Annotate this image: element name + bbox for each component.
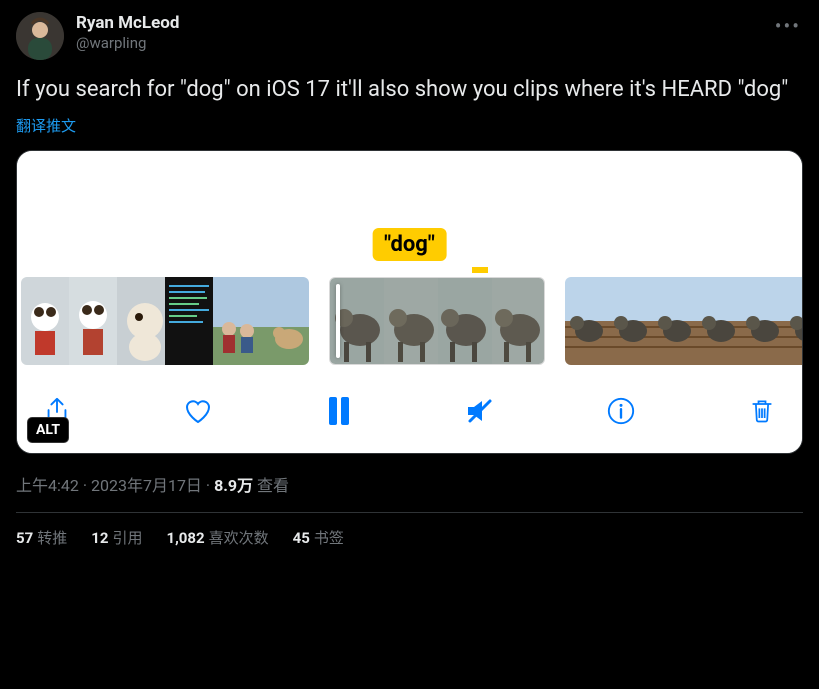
divider xyxy=(16,512,803,513)
media-whitespace: "dog" xyxy=(17,151,802,251)
more-icon[interactable]: ••• xyxy=(775,14,801,38)
clip-group[interactable] xyxy=(565,277,803,365)
views-count: 8.9万 xyxy=(214,476,253,495)
clip-group[interactable] xyxy=(21,277,309,365)
pause-icon[interactable] xyxy=(323,395,355,427)
alt-badge[interactable]: ALT xyxy=(27,417,69,443)
clip-frame xyxy=(261,277,309,365)
views-label: 查看 xyxy=(253,476,289,495)
search-match-tag: "dog" xyxy=(372,228,447,261)
likes-stat[interactable]: 1,082喜欢次数 xyxy=(166,527,268,548)
mute-icon[interactable] xyxy=(464,395,496,427)
tweet-date: 2023年7月17日 xyxy=(91,476,202,495)
tweet-header: Ryan McLeod @warpling ••• xyxy=(16,12,803,60)
quotes-stat[interactable]: 12引用 xyxy=(91,527,142,548)
bookmarks-stat[interactable]: 45书签 xyxy=(293,527,344,548)
clip-frame xyxy=(492,278,545,365)
clip-frame xyxy=(697,277,741,365)
media-toolbar xyxy=(17,375,802,453)
clip-frame xyxy=(384,278,438,365)
clip-frame xyxy=(609,277,653,365)
tweet-meta[interactable]: 上午4:42 · 2023年7月17日 · 8.9万 查看 xyxy=(16,472,803,496)
tweet-time: 上午4:42 xyxy=(16,476,79,495)
heart-icon[interactable] xyxy=(182,395,214,427)
media-card[interactable]: "dog" xyxy=(16,150,803,454)
clip-frame xyxy=(213,277,261,365)
tweet-text: If you search for "dog" on iOS 17 it'll … xyxy=(16,76,803,105)
clip-frame xyxy=(117,277,165,365)
trash-icon[interactable] xyxy=(746,395,778,427)
clip-frame xyxy=(785,277,803,365)
clip-frame xyxy=(653,277,697,365)
translate-link[interactable]: 翻译推文 xyxy=(16,115,76,136)
clip-frame xyxy=(69,277,117,365)
tweet-stats: 57转推 12引用 1,082喜欢次数 45书签 xyxy=(16,527,803,548)
clip-group-active[interactable] xyxy=(329,277,545,365)
retweets-stat[interactable]: 57转推 xyxy=(16,527,67,548)
video-timelines xyxy=(17,251,802,375)
user-block[interactable]: Ryan McLeod @warpling xyxy=(76,12,179,54)
info-icon[interactable] xyxy=(605,395,637,427)
search-match-pointer xyxy=(472,267,488,273)
clip-frame xyxy=(330,278,384,365)
avatar[interactable] xyxy=(16,12,64,60)
tweet-container: Ryan McLeod @warpling ••• If you search … xyxy=(0,0,819,560)
clip-frame xyxy=(565,277,609,365)
clip-frame xyxy=(165,277,213,365)
clip-frame xyxy=(741,277,785,365)
clip-frame xyxy=(438,278,492,365)
user-handle: @warpling xyxy=(76,34,179,54)
clip-frame xyxy=(21,277,69,365)
display-name: Ryan McLeod xyxy=(76,12,179,34)
